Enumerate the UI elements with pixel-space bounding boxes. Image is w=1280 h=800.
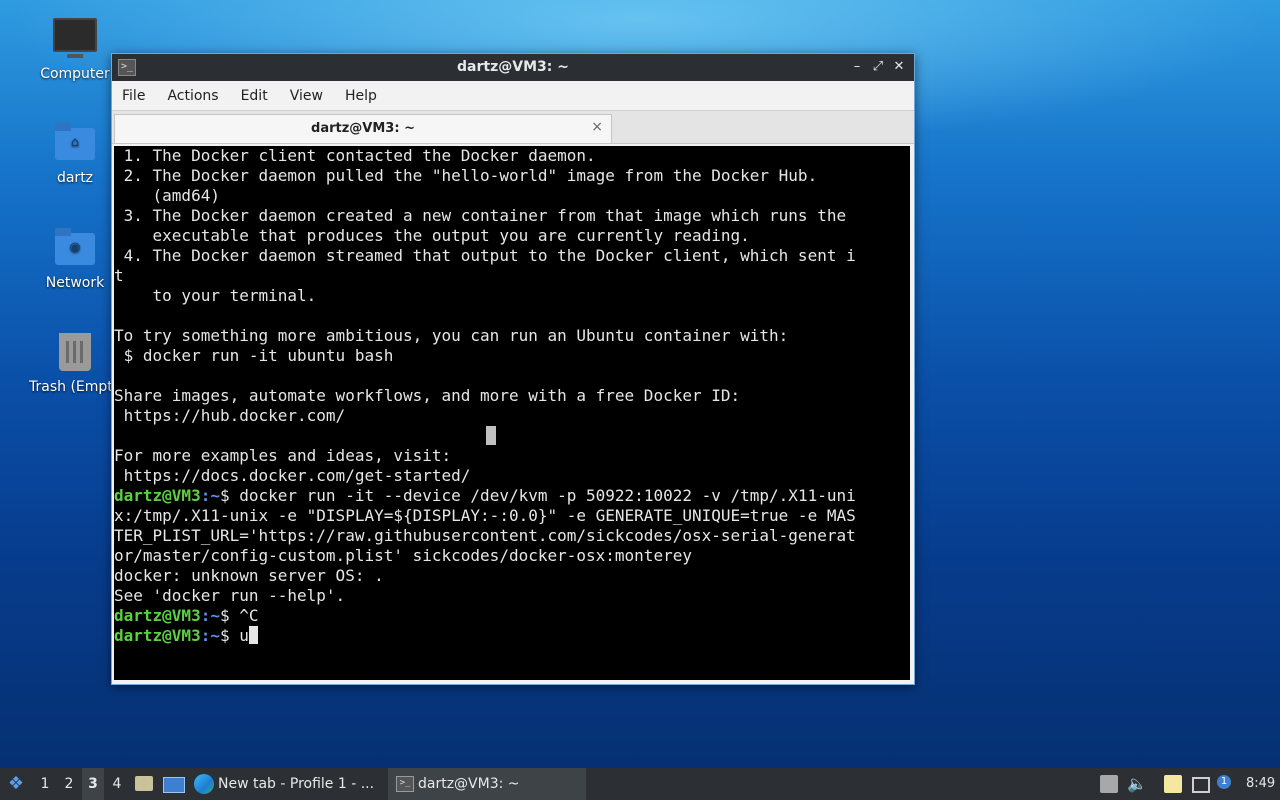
prompt-symbol: $ [219, 486, 240, 505]
taskbar: ❖ 1 2 3 4 New tab - Profile 1 - ... >_ d… [0, 768, 1280, 800]
notification-badge: 1 [1217, 775, 1231, 789]
computer-icon [53, 18, 97, 58]
workspace-2[interactable]: 2 [58, 768, 80, 800]
command-line-1: dartz@VM3:~$ docker run -it --device /de… [114, 486, 910, 566]
prompt-path: :~ [200, 486, 220, 505]
desktop-icon-label: dartz [56, 170, 94, 186]
desktop-icon-network[interactable]: ◉ Network [25, 228, 125, 291]
workspace-4[interactable]: 4 [106, 768, 128, 800]
edge-browser-icon [194, 774, 214, 794]
notes-icon[interactable] [1164, 775, 1182, 793]
terminal-tab[interactable]: dartz@VM3: ~ × [114, 114, 612, 143]
prompt-user: dartz@VM3 [114, 606, 201, 625]
desktop-icon-label: Network [45, 275, 105, 291]
docker-hello-output: 1. The Docker client contacted the Docke… [114, 146, 856, 485]
desktop-icon-label: Trash (Empty) [29, 379, 125, 395]
desktop-icon-computer[interactable]: Computer [25, 18, 125, 82]
menu-view[interactable]: View [290, 88, 323, 104]
minimize-icon[interactable]: – [848, 58, 866, 76]
task-label: dartz@VM3: ~ [418, 776, 520, 792]
clipboard-icon[interactable] [1100, 775, 1118, 793]
start-menu-icon[interactable]: ❖ [4, 768, 28, 800]
desktop-icon-home[interactable]: ⌂ dartz [25, 123, 125, 186]
terminal-icon: >_ [396, 776, 414, 792]
window-titlebar[interactable]: >_ dartz@VM3: ~ – ⤢ ✕ [112, 54, 914, 81]
prompt-user: dartz@VM3 [114, 486, 201, 505]
maximize-icon[interactable]: ⤢ [869, 58, 887, 76]
prompt-path: :~ [200, 626, 220, 645]
close-icon[interactable]: ✕ [890, 58, 908, 76]
tab-label: dartz@VM3: ~ [311, 121, 415, 136]
terminal-window[interactable]: >_ dartz@VM3: ~ – ⤢ ✕ File Actions Edit … [111, 53, 915, 685]
menu-actions[interactable]: Actions [167, 88, 218, 104]
network-status-icon[interactable] [1192, 777, 1210, 793]
prompt-symbol: $ [219, 606, 240, 625]
menu-bar: File Actions Edit View Help [112, 81, 914, 111]
trash-icon [59, 333, 91, 371]
desktop-icon-label: Computer [40, 66, 110, 82]
menu-help[interactable]: Help [345, 88, 377, 104]
task-label: New tab - Profile 1 - ... [218, 776, 375, 792]
tab-close-icon[interactable]: × [591, 119, 603, 135]
show-desktop-icon[interactable] [162, 768, 185, 800]
mouse-ibeam-cursor [486, 426, 496, 445]
command-line-2: dartz@VM3:~$ ^C [114, 606, 910, 626]
command-text: ^C [239, 606, 259, 625]
file-manager-icon[interactable] [134, 768, 156, 800]
volume-icon[interactable]: 🔈 [1126, 768, 1148, 800]
terminal-output[interactable]: 1. The Docker client contacted the Docke… [114, 146, 910, 680]
clock[interactable]: 8:49 [1246, 768, 1276, 800]
prompt-user: dartz@VM3 [114, 626, 201, 645]
prompt-symbol: $ [219, 626, 240, 645]
current-input[interactable]: u [239, 626, 249, 645]
window-title: dartz@VM3: ~ [457, 59, 569, 75]
tab-bar: dartz@VM3: ~ × [112, 111, 914, 144]
taskbar-task-terminal[interactable]: >_ dartz@VM3: ~ [388, 768, 586, 800]
command-line-current: dartz@VM3:~$ u [114, 626, 910, 646]
network-folder-icon: ◉ [55, 228, 95, 265]
notification-icon[interactable]: 1 [1216, 768, 1236, 800]
workspace-1[interactable]: 1 [34, 768, 56, 800]
text-cursor [248, 626, 258, 644]
prompt-path: :~ [200, 606, 220, 625]
home-folder-icon: ⌂ [55, 123, 95, 160]
menu-edit[interactable]: Edit [241, 88, 268, 104]
taskbar-task-browser[interactable]: New tab - Profile 1 - ... [190, 768, 386, 800]
menu-file[interactable]: File [122, 88, 145, 104]
desktop-icon-trash[interactable]: Trash (Empty) [25, 333, 125, 395]
workspace-3[interactable]: 3 [82, 768, 104, 800]
error-output: docker: unknown server OS: . See 'docker… [114, 566, 384, 605]
